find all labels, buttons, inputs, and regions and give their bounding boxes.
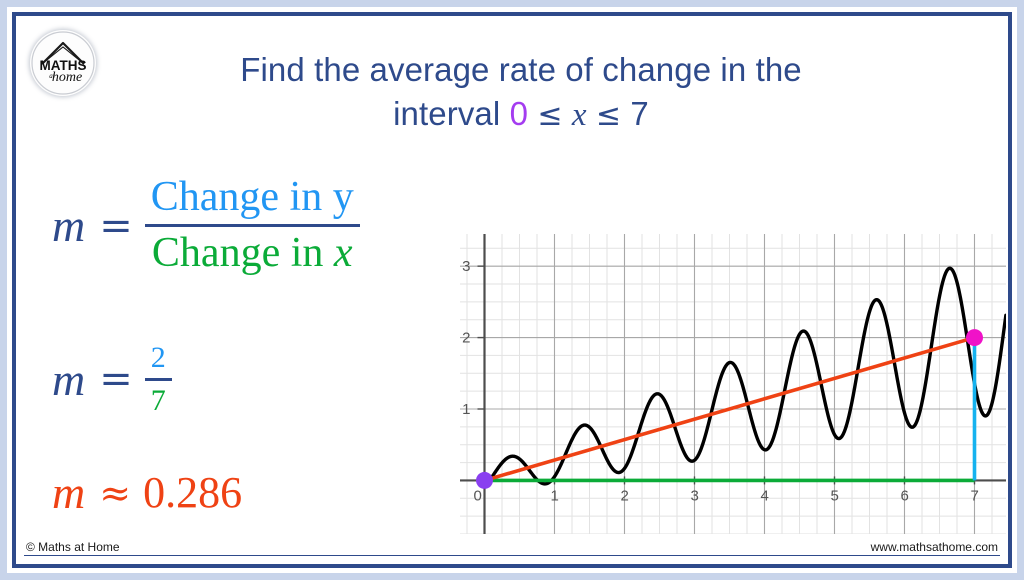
equation-fraction-value: m = 2 7 xyxy=(52,341,172,417)
slide-frame: MATHS at home Find the average rate of c… xyxy=(0,0,1024,580)
x-tick-label: 7 xyxy=(971,487,979,504)
x-tick-label: 1 xyxy=(551,487,559,504)
eq2-numerator: 2 xyxy=(150,341,166,374)
eq1-numerator: Change in y xyxy=(150,174,354,220)
end-point xyxy=(966,329,983,347)
x-tick-label: 3 xyxy=(691,487,699,504)
x-tick-label: 2 xyxy=(621,487,629,504)
less-equal-icon-1: ≤ xyxy=(537,97,563,133)
eq2-denominator: 7 xyxy=(150,383,166,417)
interval-variable: x xyxy=(571,96,587,133)
eq2-fraction-bar xyxy=(144,377,172,381)
less-equal-icon-2: ≤ xyxy=(595,97,622,133)
x-tick-label: 5 xyxy=(831,487,839,504)
equation-definition: m = Change in y Change in x xyxy=(52,174,360,277)
logo-graphic: MATHS at home xyxy=(31,31,95,95)
title-line-2-prefix: interval xyxy=(393,94,501,132)
eq3-operator: ≈ xyxy=(99,470,132,515)
eq2-lhs: m xyxy=(52,353,86,405)
eq1-denominator-text: Change in xyxy=(151,230,334,277)
eq3-value: 0.286 xyxy=(143,468,243,517)
x-tick-label: 0 xyxy=(474,487,482,504)
y-tick-label: 1 xyxy=(462,401,470,418)
y-tick-label: 2 xyxy=(462,330,470,347)
eq1-lhs: m xyxy=(52,200,86,252)
slide-content: MATHS at home Find the average rate of c… xyxy=(12,12,1012,568)
coordinate-plot: 0 1 2 3 4 5 6 7 1 2 3 xyxy=(460,234,1006,534)
graph-figure: 0 1 2 3 4 5 6 7 1 2 3 xyxy=(460,234,1006,534)
function-curve xyxy=(482,266,1006,489)
footer-copyright: © Maths at Home xyxy=(26,540,120,554)
footer: © Maths at Home www.mathsathome.com xyxy=(16,536,1008,558)
logo-bottom-text: home xyxy=(52,70,82,85)
y-tick-label: 3 xyxy=(462,258,470,275)
interval-upper-bound: 7 xyxy=(630,94,649,132)
equation-decimal-result: m ≈ 0.286 xyxy=(52,466,242,519)
eq1-fraction: Change in y Change in x xyxy=(144,174,360,277)
maths-at-home-logo: MATHS at home xyxy=(30,30,96,96)
x-tick-label: 4 xyxy=(761,487,769,504)
eq1-denominator: Change in x xyxy=(146,230,359,277)
x-tick-label: 6 xyxy=(901,487,909,504)
eq3-lhs: m xyxy=(52,467,86,518)
eq2-fraction: 2 7 xyxy=(144,341,172,417)
eq2-operator: = xyxy=(99,356,133,403)
start-point xyxy=(476,471,493,489)
eq1-operator: = xyxy=(99,202,133,249)
page-title: Find the average rate of change in the i… xyxy=(136,48,906,137)
title-line-1: Find the average rate of change in the xyxy=(240,51,802,88)
eq1-denominator-variable: x xyxy=(333,230,353,277)
footer-website: www.mathsathome.com xyxy=(870,540,998,554)
interval-lower-bound: 0 xyxy=(509,94,529,132)
footer-divider xyxy=(24,555,1000,556)
eq1-fraction-bar xyxy=(144,224,360,228)
